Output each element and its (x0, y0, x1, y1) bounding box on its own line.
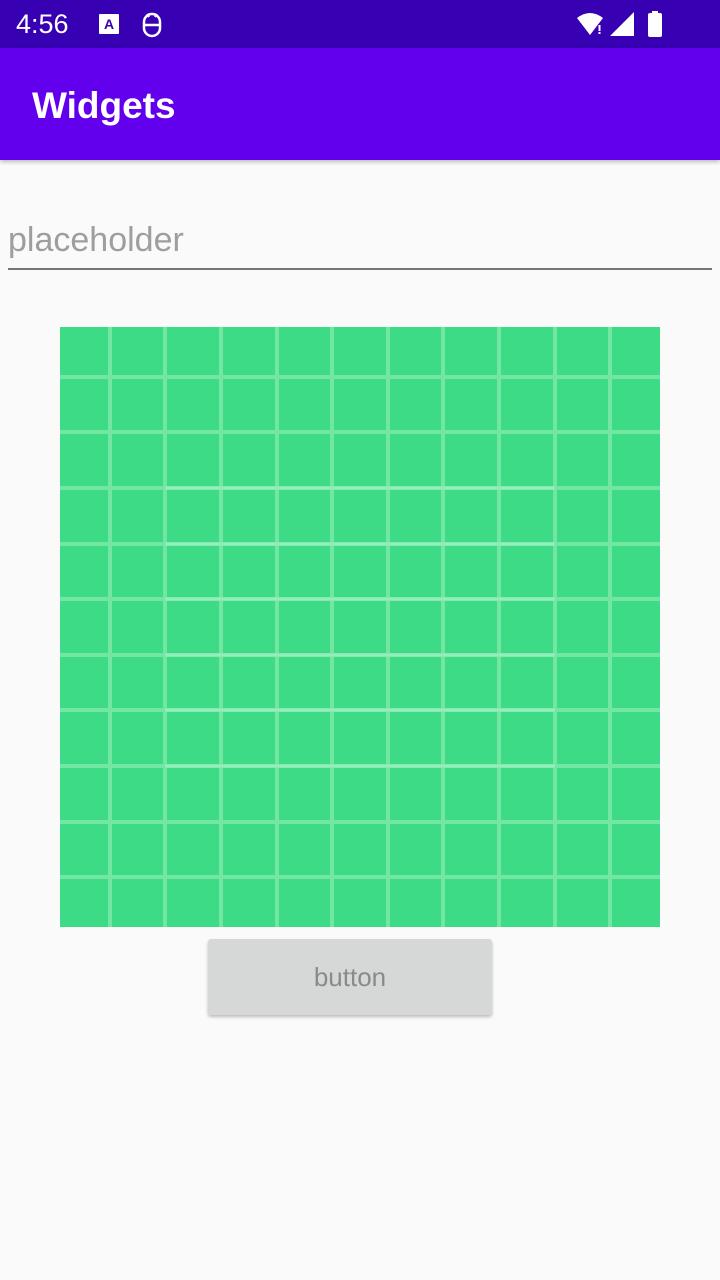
placeholder-grid-image (60, 327, 660, 927)
status-time: 4:56 (16, 9, 69, 39)
svg-text:A: A (104, 16, 114, 32)
text-input[interactable] (8, 212, 712, 270)
app-title: Widgets (32, 85, 176, 126)
main-button[interactable]: button (208, 939, 492, 1015)
app-bar: Widgets (0, 48, 720, 160)
wifi-icon (577, 13, 603, 35)
text-a-notification-icon: A (99, 14, 119, 34)
signal-icon (610, 12, 634, 36)
status-bar: 4:56 A (0, 0, 720, 48)
debug-notification-icon (142, 12, 162, 38)
battery-icon (648, 11, 662, 37)
